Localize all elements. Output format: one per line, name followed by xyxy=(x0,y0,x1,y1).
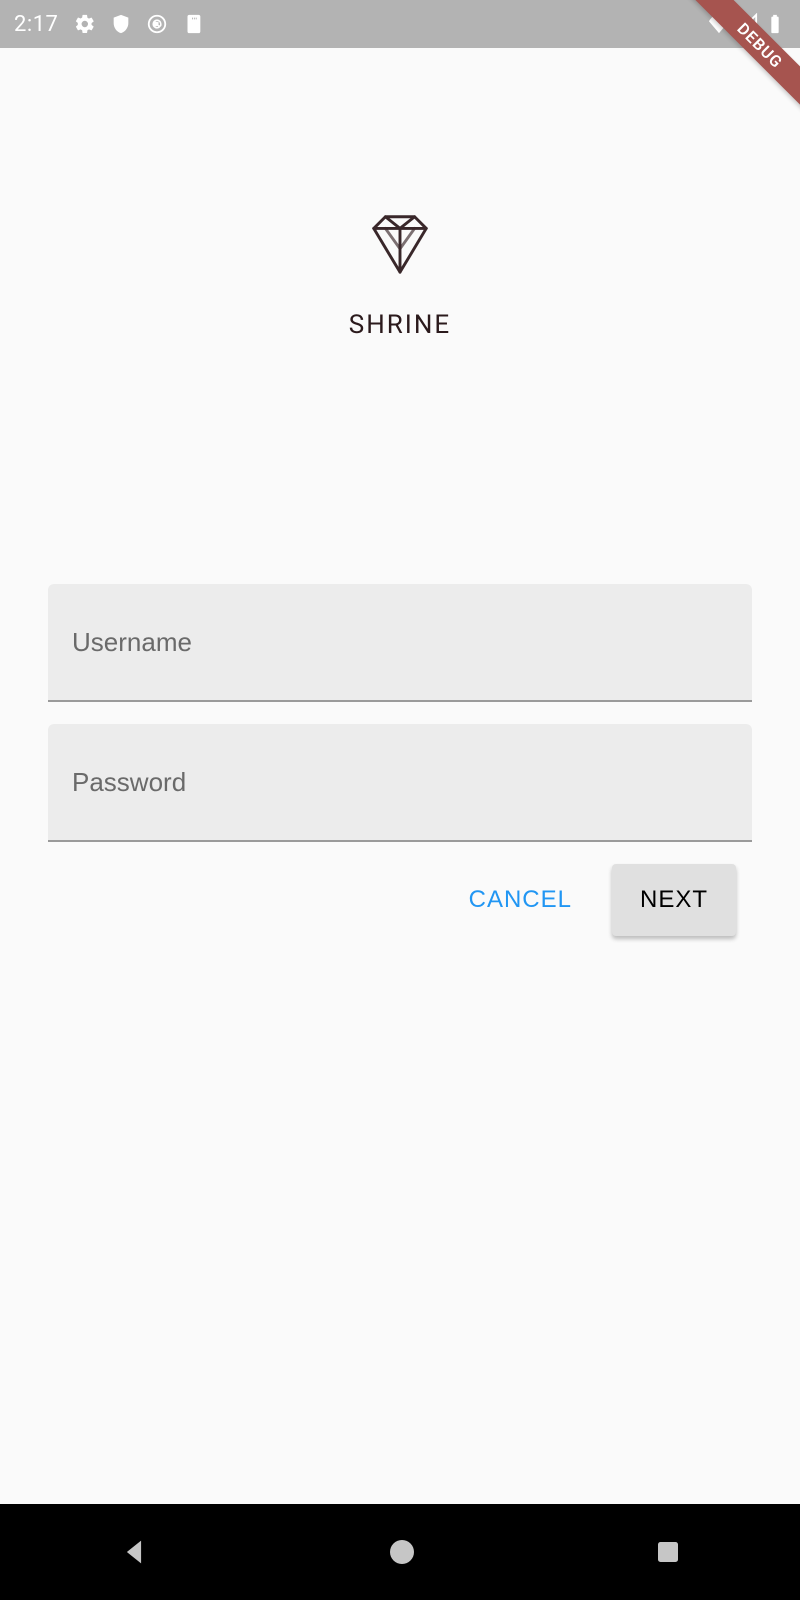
brand-name: SHRINE xyxy=(349,310,451,340)
login-form: CANCEL NEXT xyxy=(0,584,800,936)
cancel-button[interactable]: CANCEL xyxy=(457,864,584,936)
storage-icon xyxy=(182,13,204,35)
password-input[interactable] xyxy=(72,767,728,798)
android-nav-bar xyxy=(0,1504,800,1600)
home-nav-icon[interactable] xyxy=(386,1536,418,1568)
gear-icon xyxy=(74,13,96,35)
brand-header: SHRINE xyxy=(0,208,800,340)
diamond-logo-icon xyxy=(365,208,435,278)
username-input[interactable] xyxy=(72,627,728,658)
android-status-bar: 2:17 xyxy=(0,0,800,48)
password-field[interactable] xyxy=(48,724,752,842)
recent-nav-icon[interactable] xyxy=(653,1537,683,1567)
button-row: CANCEL NEXT xyxy=(48,864,752,936)
at-circle-icon xyxy=(146,13,168,35)
username-field[interactable] xyxy=(48,584,752,702)
back-nav-icon[interactable] xyxy=(117,1535,151,1569)
next-button[interactable]: NEXT xyxy=(612,864,736,936)
login-screen: SHRINE CANCEL NEXT xyxy=(0,208,800,936)
status-clock: 2:17 xyxy=(14,12,58,37)
shield-icon xyxy=(110,13,132,35)
battery-icon xyxy=(764,13,786,35)
